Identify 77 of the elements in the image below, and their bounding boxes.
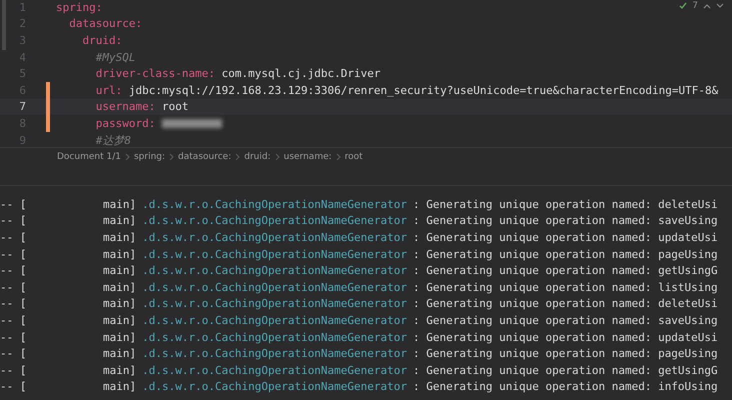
log-message: : Generating unique operation named: listUsing [413,280,718,294]
log-logger: .d.s.w.r.o.CachingOperationNameGenerator [142,280,408,294]
log-prefix: -- [ [0,248,28,261]
breadcrumb-item[interactable]: datasource: [178,152,232,162]
yaml-key: druid: [82,34,122,47]
log-message: : Generating unique operation named: getUsingG [413,264,718,278]
breadcrumb-item[interactable]: Document 1/1 [57,152,121,162]
chevron-right-icon [169,153,174,161]
blurred-value [162,118,222,128]
log-thread: main] [103,297,136,310]
log-prefix: -- [ [0,380,28,394]
log-message: : Generating unique operation named: pageUsing [413,347,718,360]
log-thread: main] [103,198,136,211]
yaml-key: url: [96,84,122,97]
code-comment: #MySQL [96,50,136,64]
log-logger: .d.s.w.r.o.CachingOperationNameGenerator [142,230,408,244]
log-prefix: -- [ [0,364,28,377]
log-message: : Generating unique operation named: deleteUsi [413,198,718,211]
log-message: : Generating unique operation named: getUsingG [413,364,718,377]
yaml-key: password: [96,116,156,130]
log-thread: main] [103,380,136,394]
log-logger: .d.s.w.r.o.CachingOperationNameGenerator [142,264,408,278]
breadcrumb-item[interactable]: username: [284,152,332,162]
log-prefix: -- [ [0,214,28,228]
log-prefix: -- [ [0,264,28,278]
chevron-up-icon[interactable] [703,2,711,10]
log-prefix: -- [ [0,330,28,344]
log-thread: main] [103,214,136,228]
chevron-right-icon [235,153,240,161]
log-thread: main] [103,330,136,344]
log-prefix: -- [ [0,280,28,294]
line-number: 7 [18,100,27,114]
log-logger: .d.s.w.r.o.CachingOperationNameGenerator [142,364,408,377]
log-logger: .d.s.w.r.o.CachingOperationNameGenerator [142,214,408,228]
log-thread: main] [103,280,136,294]
yaml-value: root [162,100,188,114]
yaml-value: com.mysql.cj.jdbc.Driver [222,67,381,80]
log-logger: .d.s.w.r.o.CachingOperationNameGenerator [142,380,408,394]
log-logger: .d.s.w.r.o.CachingOperationNameGenerator [142,330,408,344]
log-logger: .d.s.w.r.o.CachingOperationNameGenerator [142,347,408,360]
yaml-key: datasource: [69,17,142,30]
yaml-key: spring: [56,0,102,14]
log-message: : Generating unique operation named: infoUsing [413,380,718,394]
chevron-down-icon[interactable] [716,2,724,10]
log-thread: main] [103,364,136,377]
log-prefix: -- [ [0,230,28,244]
chevron-right-icon [336,153,341,161]
code-comment: #达梦8 [96,132,131,148]
log-message: : Generating unique operation named: saveUsing [413,214,718,228]
log-thread: main] [103,230,136,244]
log-logger: .d.s.w.r.o.CachingOperationNameGenerator [142,248,408,261]
inspection-count[interactable]: 7 [692,1,698,11]
log-prefix: -- [ [0,297,28,310]
yaml-key: username: [96,100,156,114]
log-prefix: -- [ [0,314,28,327]
log-message: : Generating unique operation named: updateUsi [413,330,718,344]
chevron-right-icon [274,153,280,161]
breadcrumb-item[interactable]: root [344,152,363,162]
breadcrumb-item[interactable]: spring: [134,152,166,162]
check-icon [679,2,688,10]
log-logger: .d.s.w.r.o.CachingOperationNameGenerator [142,198,408,211]
log-thread: main] [103,314,136,327]
yaml-value: jdbc:mysql://192.168.23.129:3306/renren_security?useUnicode=true&characterEncoding=UTF-8& [128,84,718,97]
log-message: : Generating unique operation named: pageUsing [413,248,718,261]
chevron-right-icon [124,153,130,161]
breadcrumb-item[interactable]: druid: [244,152,271,162]
log-logger: .d.s.w.r.o.CachingOperationNameGenerator [142,314,408,327]
yaml-key: driver-class-name: [96,67,215,80]
log-thread: main] [103,264,136,278]
log-prefix: -- [ [0,198,28,211]
log-message: : Generating unique operation named: saveUsing [413,314,718,327]
log-thread: main] [103,347,136,360]
log-prefix: -- [ [0,347,28,360]
log-message: : Generating unique operation named: deleteUsi [413,297,718,310]
log-logger: .d.s.w.r.o.CachingOperationNameGenerator [142,297,408,310]
log-message: : Generating unique operation named: updateUsi [413,230,718,244]
log-thread: main] [103,248,136,261]
